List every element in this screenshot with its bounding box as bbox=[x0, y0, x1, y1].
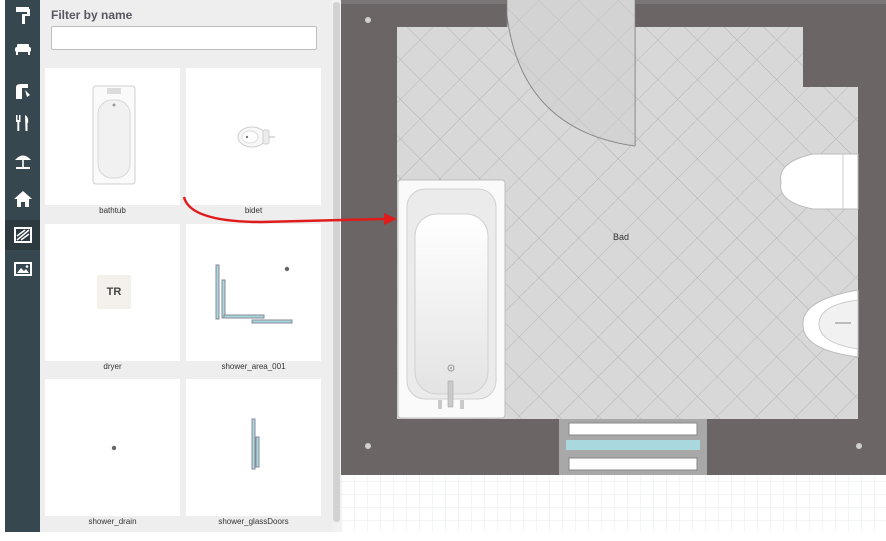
bidet-thumbnail bbox=[237, 126, 275, 148]
placed-bathtub bbox=[397, 179, 506, 419]
floor-plan-drawing bbox=[341, 0, 886, 532]
placed-toilet bbox=[780, 153, 859, 210]
scrollbar-thumb[interactable] bbox=[333, 2, 340, 522]
bathroom-icon bbox=[13, 227, 32, 243]
catalog-item-shower-drain[interactable]: shower_drain bbox=[45, 379, 180, 527]
catalog-item-label: dryer bbox=[45, 361, 180, 372]
shower-drain-thumbnail bbox=[111, 445, 117, 451]
fork-knife-icon bbox=[15, 115, 28, 131]
catalog-item-label: shower_glassDoors bbox=[186, 516, 321, 527]
plumbing-button[interactable] bbox=[5, 76, 40, 106]
paint-roller-icon bbox=[15, 7, 30, 24]
catalog-item-dryer[interactable]: TR dryer bbox=[45, 224, 180, 372]
shower-glassdoors-thumbnail bbox=[251, 418, 260, 470]
catalog-item-label: shower_drain bbox=[45, 516, 180, 527]
filter-input[interactable] bbox=[51, 26, 317, 50]
house-button[interactable] bbox=[5, 184, 40, 214]
catalog-item-label: bathtub bbox=[45, 205, 180, 216]
room-label[interactable]: Bad bbox=[613, 232, 629, 242]
sofa-icon bbox=[14, 44, 31, 55]
shower-area-thumbnail bbox=[215, 264, 293, 324]
beach-umbrella-icon bbox=[14, 155, 31, 169]
catalog-item-shower-glassdoors[interactable]: shower_glassDoors bbox=[186, 379, 321, 527]
picture-button[interactable] bbox=[5, 254, 40, 284]
outdoor-button[interactable] bbox=[5, 146, 40, 176]
catalog-item-label: bidet bbox=[186, 205, 321, 216]
catalog-item-label: shower_area_001 bbox=[186, 361, 321, 372]
catalog-item-shower-area-001[interactable]: shower_area_001 bbox=[186, 224, 321, 372]
paint-roller-button[interactable] bbox=[5, 0, 40, 30]
catalog-panel: Filter by name bathtub bidet TR dryer sh… bbox=[40, 0, 332, 532]
picture-icon bbox=[13, 262, 32, 276]
catalog-item-bidet[interactable]: bidet bbox=[186, 68, 321, 216]
kitchen-button[interactable] bbox=[5, 108, 40, 138]
sink-faucet-icon bbox=[15, 84, 30, 99]
catalog-item-bathtub[interactable]: bathtub bbox=[45, 68, 180, 216]
floor-plan-canvas[interactable]: Bad bbox=[341, 0, 886, 532]
bathroom-button[interactable] bbox=[5, 220, 40, 250]
tool-sidebar bbox=[5, 0, 40, 532]
catalog-scrollbar[interactable] bbox=[332, 0, 341, 532]
furniture-button[interactable] bbox=[5, 33, 40, 63]
house-icon bbox=[13, 191, 32, 207]
filter-label: Filter by name bbox=[51, 8, 133, 22]
dryer-icon-text: TR bbox=[106, 286, 122, 298]
bathtub-thumbnail bbox=[92, 85, 136, 185]
